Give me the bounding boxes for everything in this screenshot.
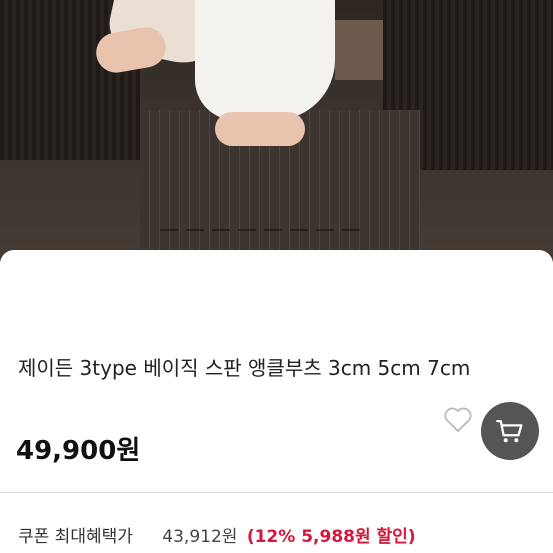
- carousel-indicator[interactable]: [160, 229, 360, 231]
- coupon-row: 쿠폰 최대혜택가 43,912원 (12% 5,988원 할인): [18, 522, 416, 547]
- product-price: 49,900원: [16, 436, 141, 466]
- carousel-dot[interactable]: [212, 229, 230, 231]
- carousel-dot[interactable]: [160, 229, 178, 231]
- heart-icon: [444, 407, 472, 432]
- carousel-dot[interactable]: [316, 229, 334, 231]
- divider: [0, 492, 553, 493]
- cart-icon: [496, 419, 523, 443]
- cart-button[interactable]: [481, 402, 539, 460]
- coupon-price: 43,912원: [162, 527, 238, 547]
- carousel-dot[interactable]: [238, 229, 256, 231]
- coupon-discount: (12% 5,988원 할인): [246, 527, 416, 547]
- boot-white: [195, 0, 335, 120]
- hand-right: [215, 112, 305, 146]
- product-image[interactable]: [0, 0, 553, 262]
- carousel-dot[interactable]: [342, 229, 360, 231]
- product-title: 제이든 3type 베이직 스판 앵클부츠 3cm 5cm 7cm: [18, 356, 471, 380]
- coupon-label: 쿠폰 최대혜택가: [18, 527, 133, 547]
- carousel-dot[interactable]: [186, 229, 204, 231]
- boot-heel: [335, 20, 383, 80]
- wishlist-button[interactable]: [441, 402, 475, 436]
- carousel-dot[interactable]: [264, 229, 282, 231]
- carousel-dot[interactable]: [290, 229, 308, 231]
